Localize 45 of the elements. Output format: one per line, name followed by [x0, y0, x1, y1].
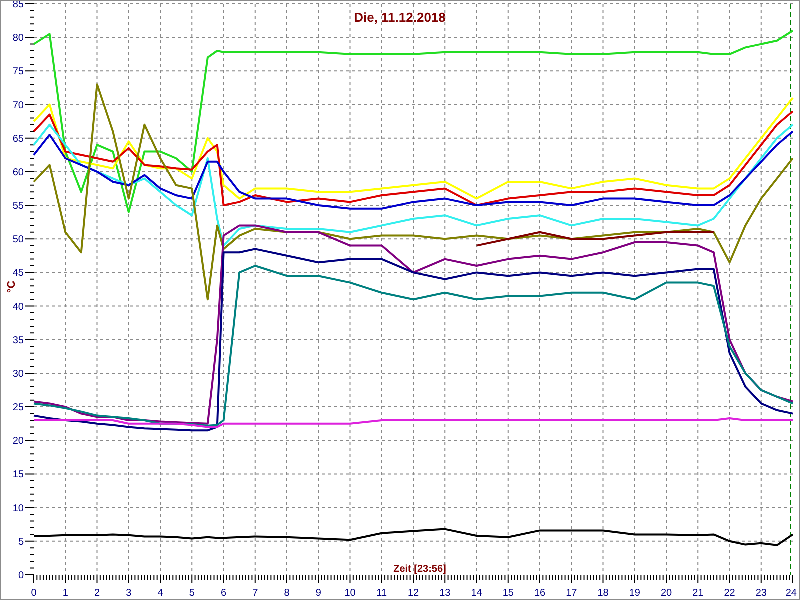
- x-tick-label: 5: [189, 588, 195, 599]
- y-tick-label: 30: [12, 368, 24, 380]
- x-tick-label: 15: [502, 588, 514, 599]
- y-tick-label: 60: [12, 167, 24, 178]
- x-tick-label: 8: [284, 588, 290, 599]
- y-tick-label: 65: [12, 134, 24, 145]
- x-tick-label: 11: [376, 588, 388, 599]
- chart-title: Die, 11.12.2018: [354, 10, 446, 25]
- y-axis-title: °C: [6, 280, 18, 294]
- x-tick-label: 10: [344, 588, 356, 599]
- x-tick-label: 23: [756, 588, 767, 599]
- x-tick-label: 22: [724, 588, 736, 599]
- y-tick-label: 5: [18, 536, 24, 548]
- y-tick-label: 45: [12, 268, 24, 280]
- y-tick-label: 35: [12, 335, 24, 346]
- x-tick-label: 2: [94, 588, 100, 599]
- y-tick-label: 40: [12, 302, 24, 313]
- y-tick-label: 70: [12, 100, 24, 112]
- y-tick-label: 20: [12, 436, 24, 448]
- x-tick-label: 4: [158, 588, 164, 599]
- y-tick-label: 10: [12, 503, 24, 514]
- x-tick-label: 12: [408, 588, 420, 599]
- x-tick-label: 20: [660, 588, 672, 599]
- y-tick-label: 80: [12, 33, 24, 44]
- y-tick-label: 50: [12, 234, 24, 246]
- x-tick-label: 6: [220, 588, 227, 599]
- y-tick-label: 75: [12, 66, 24, 78]
- x-tick-label: 9: [316, 588, 322, 599]
- x-tick-label: 3: [126, 588, 132, 599]
- x-tick-label: 18: [598, 588, 609, 599]
- x-tick-label: 0: [31, 588, 37, 599]
- x-axis-title: Zeit [23:56]: [394, 564, 446, 575]
- y-tick-label: 25: [12, 402, 24, 414]
- y-tick-label: 55: [12, 201, 24, 212]
- y-tick-label: 15: [12, 470, 24, 481]
- x-tick-label: 19: [629, 588, 640, 599]
- x-tick-label: 14: [471, 588, 482, 599]
- x-tick-label: 24: [786, 588, 797, 599]
- x-tick-label: 13: [440, 588, 451, 599]
- x-tick-label: 1: [62, 588, 68, 599]
- y-tick-label: 0: [18, 570, 24, 582]
- x-tick-label: 7: [252, 588, 258, 599]
- x-tick-label: 16: [534, 588, 546, 599]
- x-tick-label: 21: [692, 588, 704, 599]
- x-tick-label: 17: [566, 588, 578, 599]
